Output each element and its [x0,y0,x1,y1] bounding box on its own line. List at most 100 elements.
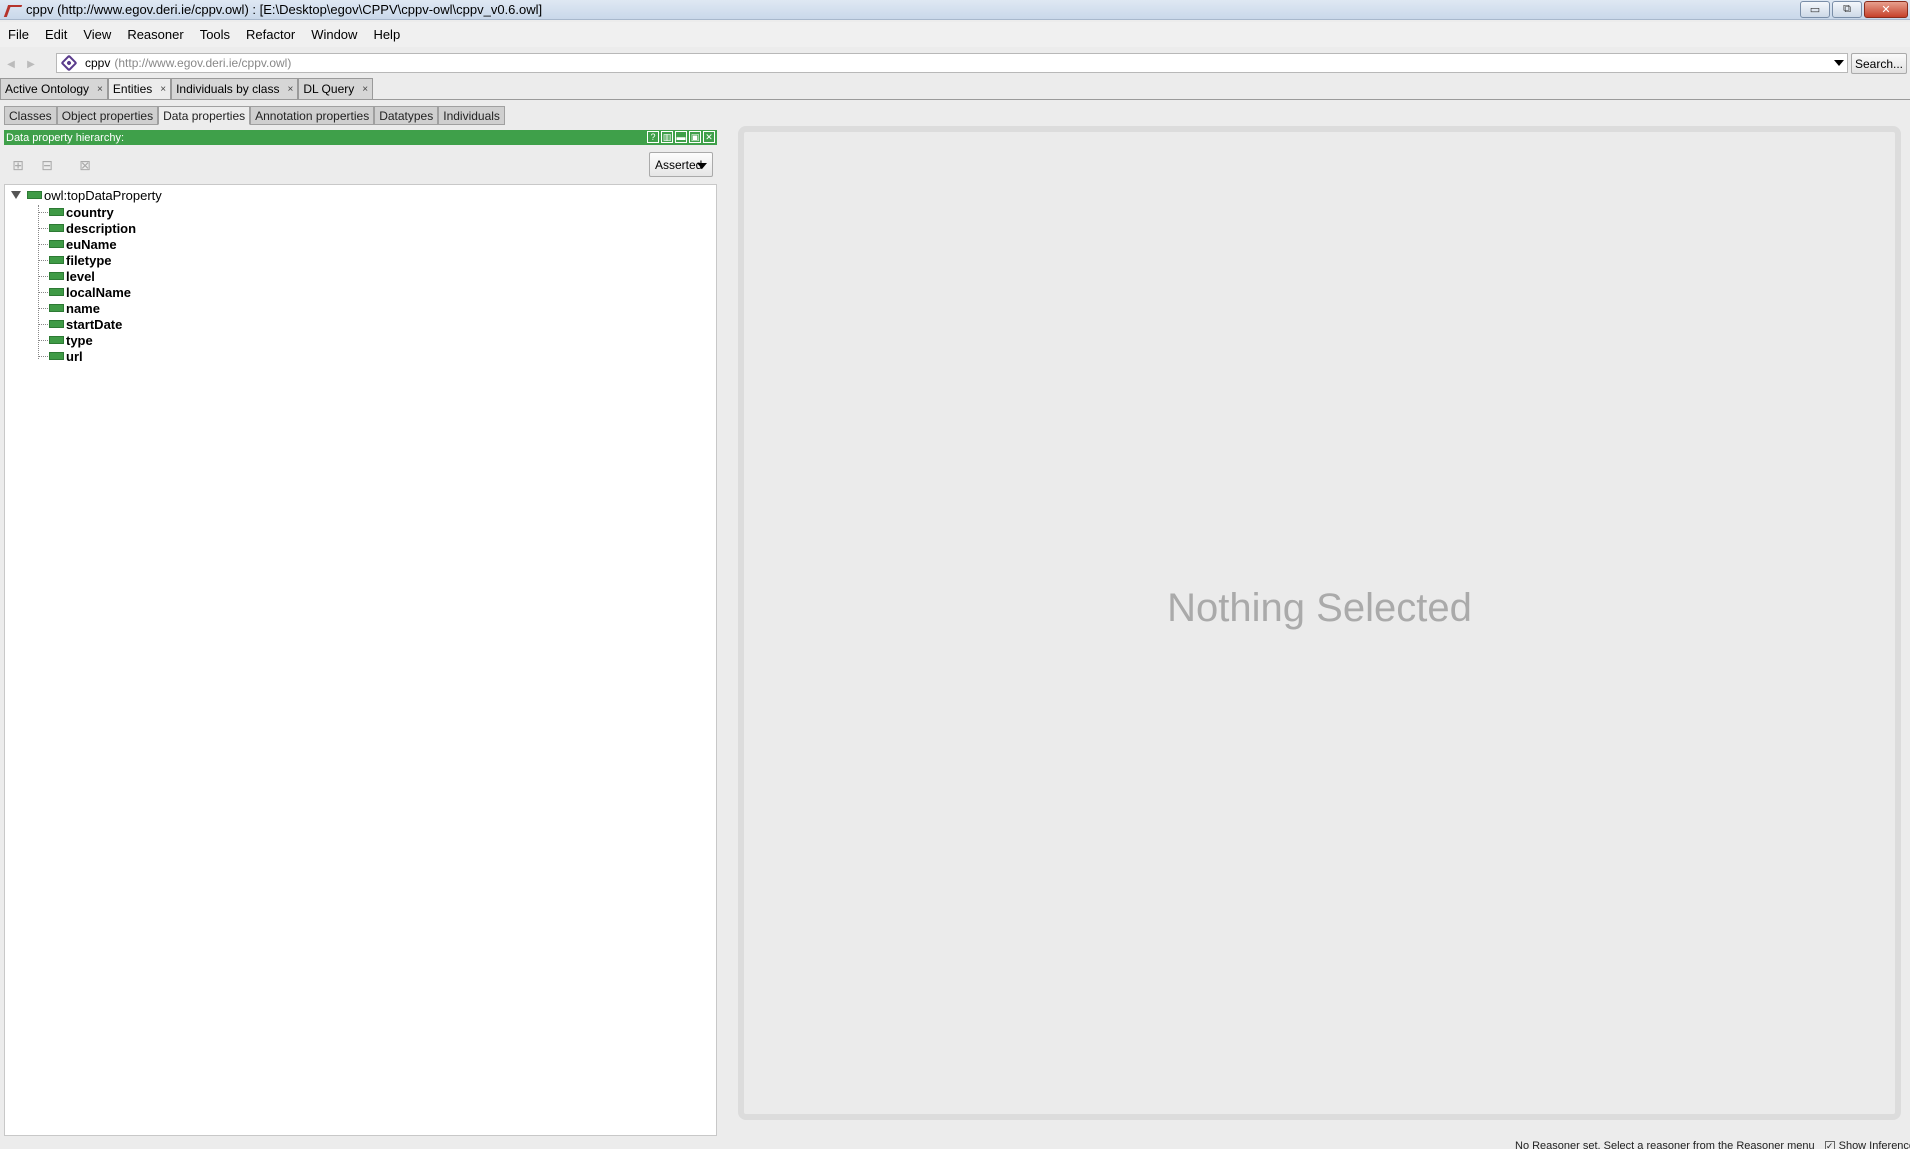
add-subproperty-icon[interactable]: ⊞ [8,156,28,174]
menu-reasoner[interactable]: Reasoner [119,27,191,42]
data-property-icon [49,240,64,248]
tab-individuals[interactable]: Individuals [438,106,505,125]
search-button[interactable]: Search... [1851,53,1907,74]
minimize-button[interactable]: ▭ [1800,1,1830,18]
ontology-iri: (http://www.egov.deri.ie/cppv.owl) [114,56,292,70]
tree-node-label: name [66,300,100,316]
tab-dl-query[interactable]: DL Query × [298,78,374,99]
tree-node-label: level [66,268,95,284]
tab-label: Active Ontology [5,82,90,96]
split-view-icon[interactable]: ▥ [661,131,673,143]
menu-tools[interactable]: Tools [192,27,238,42]
close-view-icon[interactable]: ✕ [703,131,715,143]
status-bar: No Reasoner set. Select a reasoner from … [1515,1140,1910,1149]
data-property-icon [49,352,64,360]
data-property-icon [49,256,64,264]
window-title: cppv (http://www.egov.deri.ie/cppv.owl) … [26,2,543,17]
tree-node[interactable]: url [38,348,83,364]
tab-active-ontology[interactable]: Active Ontology × [0,78,108,99]
tree-node[interactable]: level [38,268,95,284]
forward-arrow-icon[interactable]: ▶ [22,54,40,74]
tree-node[interactable]: type [38,332,93,348]
chevron-down-icon[interactable] [1833,57,1845,69]
tab-classes[interactable]: Classes [4,106,57,125]
expand-collapse-icon[interactable] [11,191,21,199]
data-property-icon [49,272,64,280]
tree-node-label: euName [66,236,117,252]
close-window-button[interactable]: ✕ [1864,1,1908,18]
menu-edit[interactable]: Edit [37,27,75,42]
panel-controls: ? ▥ ▬ ▣ ✕ [647,131,715,143]
data-property-icon [49,336,64,344]
entity-tab-bar: Classes Object properties Data propertie… [4,106,505,125]
panel-title: Data property hierarchy: [6,131,124,144]
data-property-icon [49,288,64,296]
asserted-inferred-selector[interactable]: Asserted [649,152,713,177]
menu-window[interactable]: Window [303,27,365,42]
tab-object-properties[interactable]: Object properties [56,106,159,125]
tree-node-label: url [66,348,83,364]
entity-editor-panel: Nothing Selected [738,126,1901,1120]
ontology-icon [60,54,78,72]
tab-datatypes[interactable]: Datatypes [374,106,439,125]
menu-view[interactable]: View [75,27,119,42]
tab-data-properties[interactable]: Data properties [158,106,251,125]
protege-app-icon [4,2,20,18]
float-view-icon[interactable]: ▣ [689,131,701,143]
tab-label: DL Query [303,82,355,96]
tree-node[interactable]: localName [38,284,131,300]
tab-individuals-by-class[interactable]: Individuals by class × [171,78,299,99]
tree-node-label: country [66,204,114,220]
menu-help[interactable]: Help [365,27,408,42]
data-property-icon [49,224,64,232]
tree-node-label: localName [66,284,132,300]
tree-node-label: filetype [66,252,112,268]
tree-node[interactable]: country [38,204,114,220]
help-icon[interactable]: ? [647,131,659,143]
close-tab-icon[interactable]: × [287,84,293,95]
restore-button[interactable]: ⧉ [1832,1,1862,18]
reasoner-status: No Reasoner set. Select a reasoner from … [1515,1140,1815,1149]
workspace-tab-bar: Active Ontology × Entities × Individuals… [0,78,1910,100]
delete-property-icon[interactable]: ⊠ [75,156,95,174]
window-title-bar: cppv (http://www.egov.deri.ie/cppv.owl) … [0,0,1910,20]
tree-node[interactable]: name [38,300,100,316]
tree-node[interactable]: startDate [38,316,122,332]
ontology-address-bar: ◀ ▶ cppv (http://www.egov.deri.ie/cppv.o… [0,52,1910,76]
tree-node-root[interactable]: owl:topDataProperty [11,187,162,203]
ontology-name: cppv [85,56,111,70]
active-ontology-selector[interactable]: cppv (http://www.egov.deri.ie/cppv.owl) [56,53,1848,73]
data-property-icon [49,208,64,216]
nothing-selected-placeholder: Nothing Selected [1167,585,1472,630]
tree-node-label: owl:topDataProperty [44,187,162,203]
tree-node-label: startDate [66,316,123,332]
show-inferences-checkbox[interactable]: ✓ [1824,1141,1835,1149]
back-arrow-icon[interactable]: ◀ [2,54,20,74]
add-sibling-property-icon[interactable]: ⊟ [37,156,57,174]
tree-node-label: description [66,220,137,236]
menu-refactor[interactable]: Refactor [238,27,303,42]
data-property-icon [49,320,64,328]
chevron-down-icon [697,163,707,169]
tab-label: Individuals by class [176,82,280,96]
selector-value: Asserted [655,157,703,172]
show-inferences-label: Show Inferences [1838,1140,1910,1149]
menu-file[interactable]: File [0,27,37,42]
tree-node-label: type [66,332,93,348]
data-property-icon [27,191,42,199]
tab-label: Entities [112,82,153,96]
tab-entities[interactable]: Entities × [107,78,172,99]
close-tab-icon[interactable]: × [97,84,103,95]
tree-node[interactable]: filetype [38,252,112,268]
menu-bar: File Edit View Reasoner Tools Refactor W… [0,22,1910,47]
tab-annotation-properties[interactable]: Annotation properties [250,106,375,125]
tree-node[interactable]: euName [38,236,117,252]
data-property-hierarchy-header: Data property hierarchy: ? ▥ ▬ ▣ ✕ [4,130,717,145]
close-tab-icon[interactable]: × [362,84,368,95]
minimize-view-icon[interactable]: ▬ [675,131,687,143]
window-controls: ▭ ⧉ ✕ [1800,1,1908,18]
tree-node[interactable]: description [38,220,136,236]
data-property-tree: owl:topDataProperty country description … [4,184,717,1136]
close-tab-icon[interactable]: × [160,84,166,95]
data-property-icon [49,304,64,312]
